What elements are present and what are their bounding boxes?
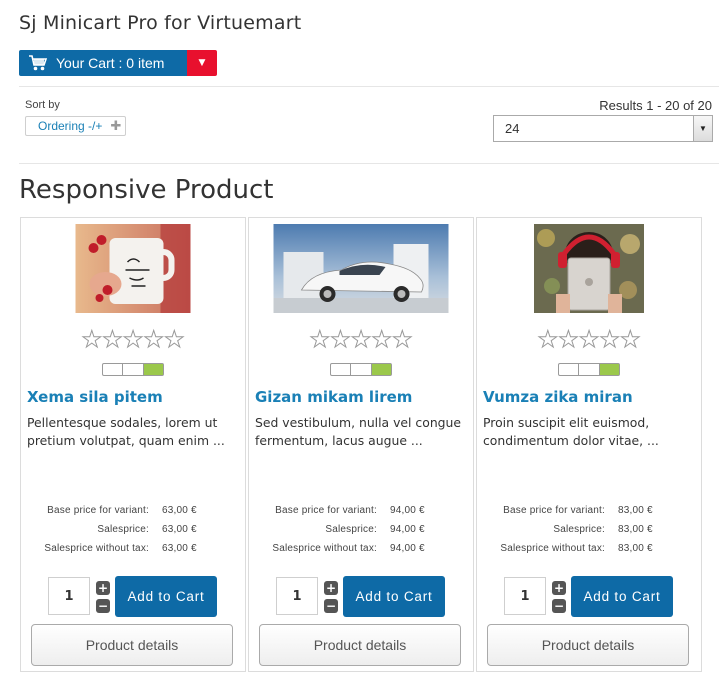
product-description: Proin suscipit elit euismod, condimentum…	[483, 415, 659, 448]
decrement-icon[interactable]: −	[96, 599, 110, 613]
price-value: 94,00 €	[390, 505, 425, 516]
star-icon: ★	[599, 327, 621, 353]
minicart-button[interactable]: Your Cart : 0 item ▼	[19, 50, 217, 76]
star-icon: ★	[330, 327, 352, 353]
price-label: Salesprice:	[97, 524, 149, 535]
divider	[19, 163, 719, 164]
price-value: 94,00 €	[390, 524, 425, 535]
limit-select[interactable]: 24 ▼	[493, 115, 713, 142]
price-value: 63,00 €	[162, 505, 197, 516]
stock-level-indicator	[558, 363, 620, 376]
cart-label: Your Cart : 0 item	[56, 55, 165, 71]
add-to-cart-button[interactable]: Add to Cart	[343, 576, 445, 617]
price-label: Base price for variant:	[503, 505, 605, 516]
product-title[interactable]: Xema sila pitem	[27, 388, 163, 406]
product-description: Sed vestibulum, nulla vel congue ferment…	[255, 415, 462, 448]
increment-icon[interactable]: +	[96, 581, 110, 595]
sort-by-label: Sort by	[25, 99, 60, 111]
price-label: Salesprice without tax:	[272, 543, 377, 554]
star-icon: ★	[350, 327, 372, 353]
price-list: Base price for variant: 63,00 € Salespric…	[25, 501, 240, 558]
car-image[interactable]	[273, 224, 449, 313]
rating-stars: ★ ★ ★ ★ ★	[477, 327, 701, 353]
ordering-label: Ordering -/+	[38, 119, 103, 133]
product-details-button[interactable]: Product details	[259, 624, 461, 666]
stock-level-indicator	[330, 363, 392, 376]
increment-icon[interactable]: +	[552, 581, 566, 595]
limit-value: 24	[505, 121, 520, 136]
product-card: ★ ★ ★ ★ ★ Xema sila pitem Pellentesque sodal…	[20, 217, 246, 672]
cart-icon	[28, 54, 48, 72]
star-icon: ★	[122, 327, 144, 353]
ordering-button[interactable]: Ordering -/+ ✚	[25, 116, 126, 136]
product-card: ★ ★ ★ ★ ★ Gizan mikam lirem Sed vestibulum, …	[248, 217, 474, 672]
star-icon: ★	[309, 327, 331, 353]
price-label: Salesprice without tax:	[500, 543, 605, 554]
results-counter: Results 1 - 20 of 20	[599, 98, 712, 113]
price-label: Base price for variant:	[275, 505, 377, 516]
price-value: 83,00 €	[618, 543, 653, 554]
tablet-image[interactable]	[534, 224, 644, 313]
star-icon: ★	[619, 327, 641, 353]
price-value: 63,00 €	[162, 543, 197, 554]
rating-stars: ★ ★ ★ ★ ★	[21, 327, 245, 353]
price-label: Salesprice:	[325, 524, 377, 535]
divider	[19, 86, 719, 87]
product-title[interactable]: Gizan mikam lirem	[255, 388, 412, 406]
star-icon: ★	[578, 327, 600, 353]
rating-stars: ★ ★ ★ ★ ★	[249, 327, 473, 353]
star-icon: ★	[163, 327, 185, 353]
product-details-button[interactable]: Product details	[31, 624, 233, 666]
star-icon: ★	[537, 327, 559, 353]
price-label: Salesprice without tax:	[44, 543, 149, 554]
star-icon: ★	[391, 327, 413, 353]
price-list: Base price for variant: 83,00 € Salespric…	[481, 501, 696, 558]
module-title: Sj Minicart Pro for Virtuemart	[19, 12, 302, 34]
price-value: 94,00 €	[390, 543, 425, 554]
chevron-down-icon[interactable]: ▼	[693, 116, 712, 141]
mug-image[interactable]	[75, 224, 191, 313]
product-card: ★ ★ ★ ★ ★ Vumza zika miran Proin suscipit el…	[476, 217, 702, 672]
price-value: 83,00 €	[618, 505, 653, 516]
cart-dropdown-button[interactable]: ▼	[187, 50, 217, 76]
decrement-icon[interactable]: −	[324, 599, 338, 613]
price-label: Base price for variant:	[47, 505, 149, 516]
price-value: 63,00 €	[162, 524, 197, 535]
price-list: Base price for variant: 94,00 € Salespric…	[253, 501, 468, 558]
quantity-input[interactable]: 1	[276, 577, 318, 615]
section-title: Responsive Product	[19, 175, 274, 205]
star-icon: ★	[102, 327, 124, 353]
cart-toggle[interactable]: Your Cart : 0 item	[19, 50, 187, 76]
star-icon: ★	[143, 327, 165, 353]
caret-down-icon: ▼	[198, 58, 206, 68]
decrement-icon[interactable]: −	[552, 599, 566, 613]
star-icon: ★	[558, 327, 580, 353]
price-value: 83,00 €	[618, 524, 653, 535]
plus-icon: ✚	[110, 118, 122, 133]
quantity-input[interactable]: 1	[48, 577, 90, 615]
stock-level-indicator	[102, 363, 164, 376]
product-details-button[interactable]: Product details	[487, 624, 689, 666]
star-icon: ★	[371, 327, 393, 353]
star-icon: ★	[81, 327, 103, 353]
add-to-cart-button[interactable]: Add to Cart	[571, 576, 673, 617]
add-to-cart-button[interactable]: Add to Cart	[115, 576, 217, 617]
quantity-input[interactable]: 1	[504, 577, 546, 615]
increment-icon[interactable]: +	[324, 581, 338, 595]
product-title[interactable]: Vumza zika miran	[483, 388, 633, 406]
price-label: Salesprice:	[553, 524, 605, 535]
product-description: Pellentesque sodales, lorem ut pretium v…	[27, 415, 225, 448]
